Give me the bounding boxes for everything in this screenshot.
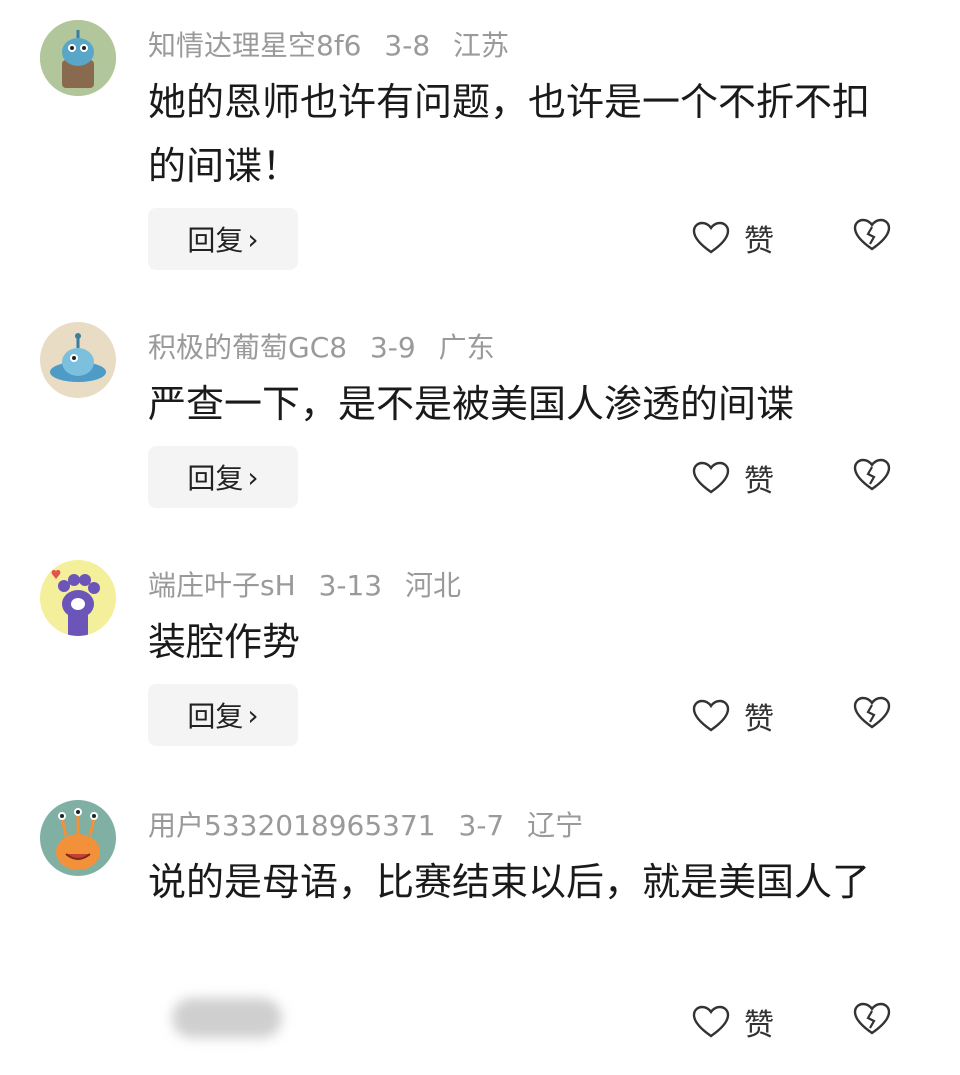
heart-icon	[692, 221, 730, 254]
chevron-right-icon: ›	[247, 460, 259, 494]
orange-monster-avatar-icon	[40, 800, 116, 876]
reply-button[interactable]: 回复 ›	[148, 208, 298, 270]
like-button[interactable]: 赞	[692, 216, 774, 260]
reply-label: 回复	[187, 700, 244, 733]
dislike-button[interactable]	[852, 1002, 892, 1040]
comment-location: 河北	[405, 569, 462, 602]
comment-date: 3-8	[384, 29, 431, 62]
comment-location: 江苏	[453, 29, 510, 62]
username[interactable]: 端庄叶子sH	[148, 569, 296, 602]
comment-text: 装腔作势	[148, 620, 301, 664]
comment-text: 说的是母语，比赛结束以后，就是美国人了	[148, 860, 871, 904]
dislike-button[interactable]	[852, 218, 892, 256]
reply-button[interactable]: 回复 ›	[148, 684, 298, 746]
dislike-button[interactable]	[852, 696, 892, 734]
comment-meta: 积极的葡萄GC8 3-9 广东	[148, 326, 509, 366]
like-label: 赞	[744, 224, 774, 259]
like-label: 赞	[744, 702, 774, 737]
comment-date: 3-7	[458, 809, 505, 842]
avatar[interactable]	[40, 20, 116, 96]
avatar[interactable]	[40, 560, 116, 636]
reply-label: 回复	[187, 462, 244, 495]
like-button[interactable]: 赞	[692, 456, 774, 500]
like-button[interactable]: 赞	[692, 1000, 774, 1044]
comment-meta: 用户5332018965371 3-7 辽宁	[148, 804, 597, 844]
username[interactable]: 用户5332018965371	[148, 809, 436, 842]
comment-list: 知情达理星空8f6 3-8 江苏 她的恩师也许有问题，也许是一个不折不扣的间谍！…	[0, 0, 960, 1075]
avatar[interactable]	[40, 800, 116, 876]
chevron-right-icon: ›	[247, 222, 259, 256]
avatar[interactable]	[40, 322, 116, 398]
broken-heart-icon	[853, 218, 891, 251]
comment-meta: 端庄叶子sH 3-13 河北	[148, 564, 475, 604]
like-button[interactable]: 赞	[692, 694, 774, 738]
like-label: 赞	[744, 464, 774, 499]
dislike-button[interactable]	[852, 458, 892, 496]
heart-icon	[692, 1005, 730, 1038]
broken-heart-icon	[853, 696, 891, 729]
comment-location: 辽宁	[527, 809, 584, 842]
alien-plant-pot-avatar-icon	[40, 20, 116, 96]
alien-ufo-avatar-icon	[40, 322, 116, 398]
reply-button[interactable]: 回复 ›	[148, 446, 298, 508]
like-label: 赞	[744, 1008, 774, 1043]
comment-text: 严查一下，是不是被美国人渗透的间谍	[148, 382, 795, 426]
username[interactable]: 积极的葡萄GC8	[148, 331, 347, 364]
broken-heart-icon	[853, 1002, 891, 1035]
reply-button-blurred[interactable]	[172, 998, 282, 1038]
comment-meta: 知情达理星空8f6 3-8 江苏	[148, 24, 523, 64]
chevron-right-icon: ›	[247, 698, 259, 732]
heart-icon	[692, 699, 730, 732]
username[interactable]: 知情达理星空8f6	[148, 29, 362, 62]
cat-paw-avatar-icon	[40, 560, 116, 636]
comment-date: 3-13	[318, 569, 383, 602]
comment-location: 广东	[438, 331, 495, 364]
heart-icon	[692, 461, 730, 494]
broken-heart-icon	[853, 458, 891, 491]
comment-text: 她的恩师也许有问题，也许是一个不折不扣的间谍！	[148, 80, 871, 188]
reply-label: 回复	[187, 224, 244, 257]
comment-date: 3-9	[369, 331, 416, 364]
